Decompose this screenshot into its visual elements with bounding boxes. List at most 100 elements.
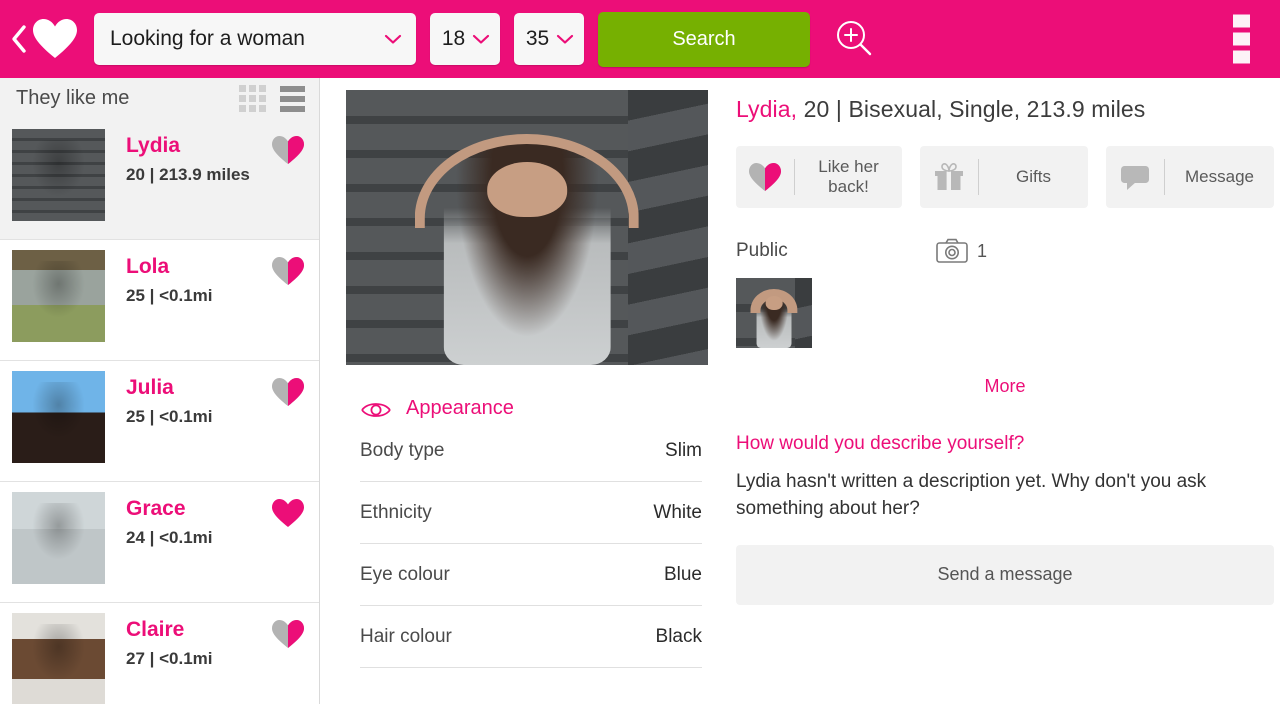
describe-yourself-body: Lydia hasn't written a description yet. … <box>736 471 1207 519</box>
gender-select[interactable]: Looking for a woman <box>94 13 416 65</box>
grid-cell <box>239 85 246 92</box>
list-item[interactable]: Grace 24 | <0.1mi <box>0 482 319 603</box>
like-her-back-button[interactable]: Like her back! <box>736 146 902 208</box>
appearance-title: Appearance <box>406 397 514 419</box>
list-bar <box>280 105 305 112</box>
age-min-value: 18 <box>441 27 466 50</box>
grid-cell <box>249 85 256 92</box>
search-button[interactable]: Search <box>598 11 810 67</box>
advanced-search-button[interactable] <box>832 17 876 61</box>
chevron-down-icon <box>473 34 490 44</box>
sidebar-title: They like me <box>16 87 130 109</box>
profile-name: Lydia, <box>736 96 798 122</box>
list-item-meta: Lydia 20 | 213.9 miles <box>126 129 250 185</box>
age-max-value: 35 <box>525 27 550 50</box>
back-button[interactable] <box>8 19 30 59</box>
attribute-label: Eye colour <box>360 563 450 585</box>
profile-right-column: Lydia, 20 | Bisexual, Single, 213.9 mile… <box>708 78 1280 704</box>
app-logo[interactable] <box>32 17 80 61</box>
gifts-button[interactable]: Gifts <box>920 146 1088 208</box>
appearance-attribute-list: Body type Slim Ethnicity White Eye colour Blu… <box>346 420 708 668</box>
list-item-sub: 24 | <0.1mi <box>126 528 213 548</box>
grid-view-icon[interactable] <box>239 85 266 112</box>
list-item[interactable]: Lola 25 | <0.1mi <box>0 240 319 361</box>
attribute-row: Hair colour Black <box>360 606 702 668</box>
overflow-dot <box>1233 50 1250 64</box>
top-bar: Looking for a woman 18 35 Search <box>0 0 1280 78</box>
list-item-sub: 25 | <0.1mi <box>126 286 213 306</box>
app-root: Looking for a woman 18 35 Search They li… <box>0 0 1280 704</box>
avatar <box>12 613 105 704</box>
attribute-value: Blue <box>663 563 702 585</box>
like-status-icon[interactable] <box>271 256 305 286</box>
hero-photo[interactable] <box>346 90 708 365</box>
list-item-meta: Claire 27 | <0.1mi <box>126 613 213 669</box>
main-content: Appearance Body type Slim Ethnicity White Ey… <box>320 78 1280 704</box>
like-status-icon[interactable] <box>271 377 305 407</box>
age-max-select[interactable]: 35 <box>514 13 584 65</box>
grid-cell <box>249 95 256 102</box>
avatar <box>12 250 105 342</box>
attribute-value: Black <box>655 625 702 647</box>
attribute-row: Eye colour Blue <box>360 544 702 606</box>
list-view-icon[interactable] <box>280 85 305 112</box>
photo-count: 1 <box>977 240 988 261</box>
heart-logo-icon <box>33 19 77 58</box>
send-a-message-button[interactable]: Send a message <box>736 544 1274 605</box>
chevron-down-icon <box>384 34 402 44</box>
gift-icon <box>920 162 978 192</box>
public-album-label: Public <box>736 240 788 261</box>
appearance-section-header: Appearance <box>360 397 708 420</box>
gifts-label: Gifts <box>1016 167 1051 187</box>
grid-cell <box>259 105 266 112</box>
list-item-sub: 27 | <0.1mi <box>126 649 213 669</box>
list-item[interactable]: Claire 27 | <0.1mi <box>0 603 319 704</box>
list-item-sub: 20 | 213.9 miles <box>126 165 250 185</box>
like-her-back-label: Like her back! <box>818 157 879 196</box>
list-item-name: Grace <box>126 497 186 520</box>
grid-cell <box>249 105 256 112</box>
attribute-value: Slim <box>665 439 702 461</box>
people-list: Lydia 20 | 213.9 miles Lola 25 | <0.1mi Juli… <box>0 119 319 704</box>
list-item-meta: Lola 25 | <0.1mi <box>126 250 213 306</box>
list-item-name: Lola <box>126 255 170 278</box>
attribute-row: Body type Slim <box>360 420 702 482</box>
profile-action-row: Like her back! Gifts Message <box>736 146 1274 208</box>
list-bar <box>280 85 305 92</box>
overflow-dot <box>1233 14 1250 28</box>
body-wrapper: They like me Lydia 20 | 213.9 miles Lola 25… <box>0 78 1280 704</box>
speech-bubble-icon <box>1106 163 1164 191</box>
list-bar <box>280 95 305 102</box>
age-min-select[interactable]: 18 <box>430 13 500 65</box>
eye-icon <box>361 402 391 417</box>
chevron-left-icon <box>12 25 26 53</box>
message-button[interactable]: Message <box>1106 146 1274 208</box>
sidebar: They like me Lydia 20 | 213.9 miles Lola 25… <box>0 78 320 704</box>
grid-cell <box>239 105 246 112</box>
profile-left-column: Appearance Body type Slim Ethnicity White Ey… <box>320 78 708 704</box>
like-status-icon[interactable] <box>271 498 305 528</box>
grid-cell <box>239 95 246 102</box>
album-thumbnail-face <box>765 296 783 311</box>
attribute-label: Body type <box>360 439 445 461</box>
list-item[interactable]: Julia 25 | <0.1mi <box>0 361 319 482</box>
list-item[interactable]: Lydia 20 | 213.9 miles <box>0 119 319 240</box>
avatar <box>12 371 105 463</box>
attribute-value: White <box>653 501 702 523</box>
avatar <box>12 492 105 584</box>
like-status-icon[interactable] <box>271 619 305 649</box>
more-link[interactable]: More <box>736 376 1274 397</box>
album-thumbnail[interactable] <box>736 278 812 348</box>
gender-select-value: Looking for a woman <box>110 27 305 50</box>
attribute-label: Hair colour <box>360 625 452 647</box>
profile-details: 20 | Bisexual, Single, 213.9 miles <box>797 96 1146 122</box>
overflow-menu-button[interactable] <box>1233 14 1250 64</box>
overflow-dot <box>1233 32 1250 46</box>
avatar <box>12 129 105 221</box>
profile-headline: Lydia, 20 | Bisexual, Single, 213.9 mile… <box>736 96 1274 123</box>
message-label: Message <box>1185 167 1254 187</box>
list-item-sub: 25 | <0.1mi <box>126 407 213 427</box>
grid-cell <box>259 95 266 102</box>
like-status-icon[interactable] <box>271 135 305 165</box>
view-toggle-group <box>239 85 305 112</box>
